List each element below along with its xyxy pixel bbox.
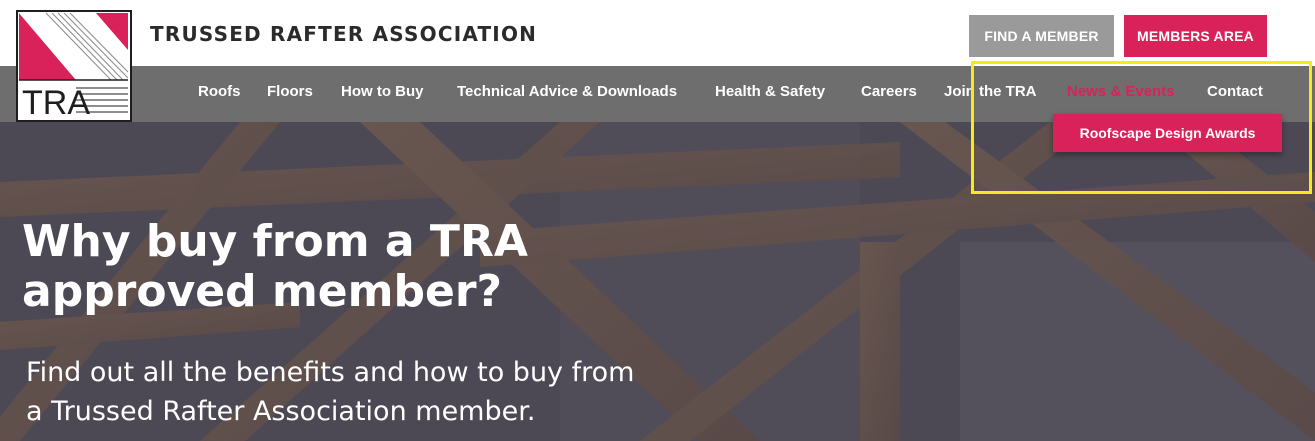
top-bar: TRUSSED RAFTER ASSOCIATION FIND A MEMBER… [0, 0, 1315, 66]
members-area-button[interactable]: MEMBERS AREA [1124, 15, 1267, 57]
nav-item-roofs[interactable]: Roofs [198, 66, 241, 122]
tra-logo-text: TRA [22, 84, 90, 122]
hero-title: Why buy from a TRA approved member? [22, 217, 662, 317]
find-member-button[interactable]: FIND A MEMBER [969, 15, 1114, 57]
nav-item-technical-advice[interactable]: Technical Advice & Downloads [457, 66, 677, 122]
nav-item-careers[interactable]: Careers [861, 66, 917, 122]
hero-subtitle-line-1: Find out all the benefits and how to buy… [26, 357, 635, 388]
nav-item-floors[interactable]: Floors [267, 66, 313, 122]
hero-subtitle-line-2: a Trussed Rafter Association member. [26, 396, 536, 427]
hero-title-line-1: Why buy from a TRA [22, 216, 528, 267]
dropdown-item-roofscape-design-awards[interactable]: Roofscape Design Awards [1053, 114, 1282, 152]
nav-item-join-the-tra[interactable]: Join the TRA [944, 66, 1037, 122]
hero-title-line-2: approved member? [22, 266, 503, 317]
nav-item-how-to-buy[interactable]: How to Buy [341, 66, 424, 122]
site-name[interactable]: TRUSSED RAFTER ASSOCIATION [150, 22, 537, 46]
hero-subtitle: Find out all the benefits and how to buy… [26, 353, 746, 431]
tra-logo[interactable]: TRA [16, 10, 132, 122]
nav-item-health-safety[interactable]: Health & Safety [715, 66, 825, 122]
tra-logo-icon: TRA [16, 10, 132, 122]
